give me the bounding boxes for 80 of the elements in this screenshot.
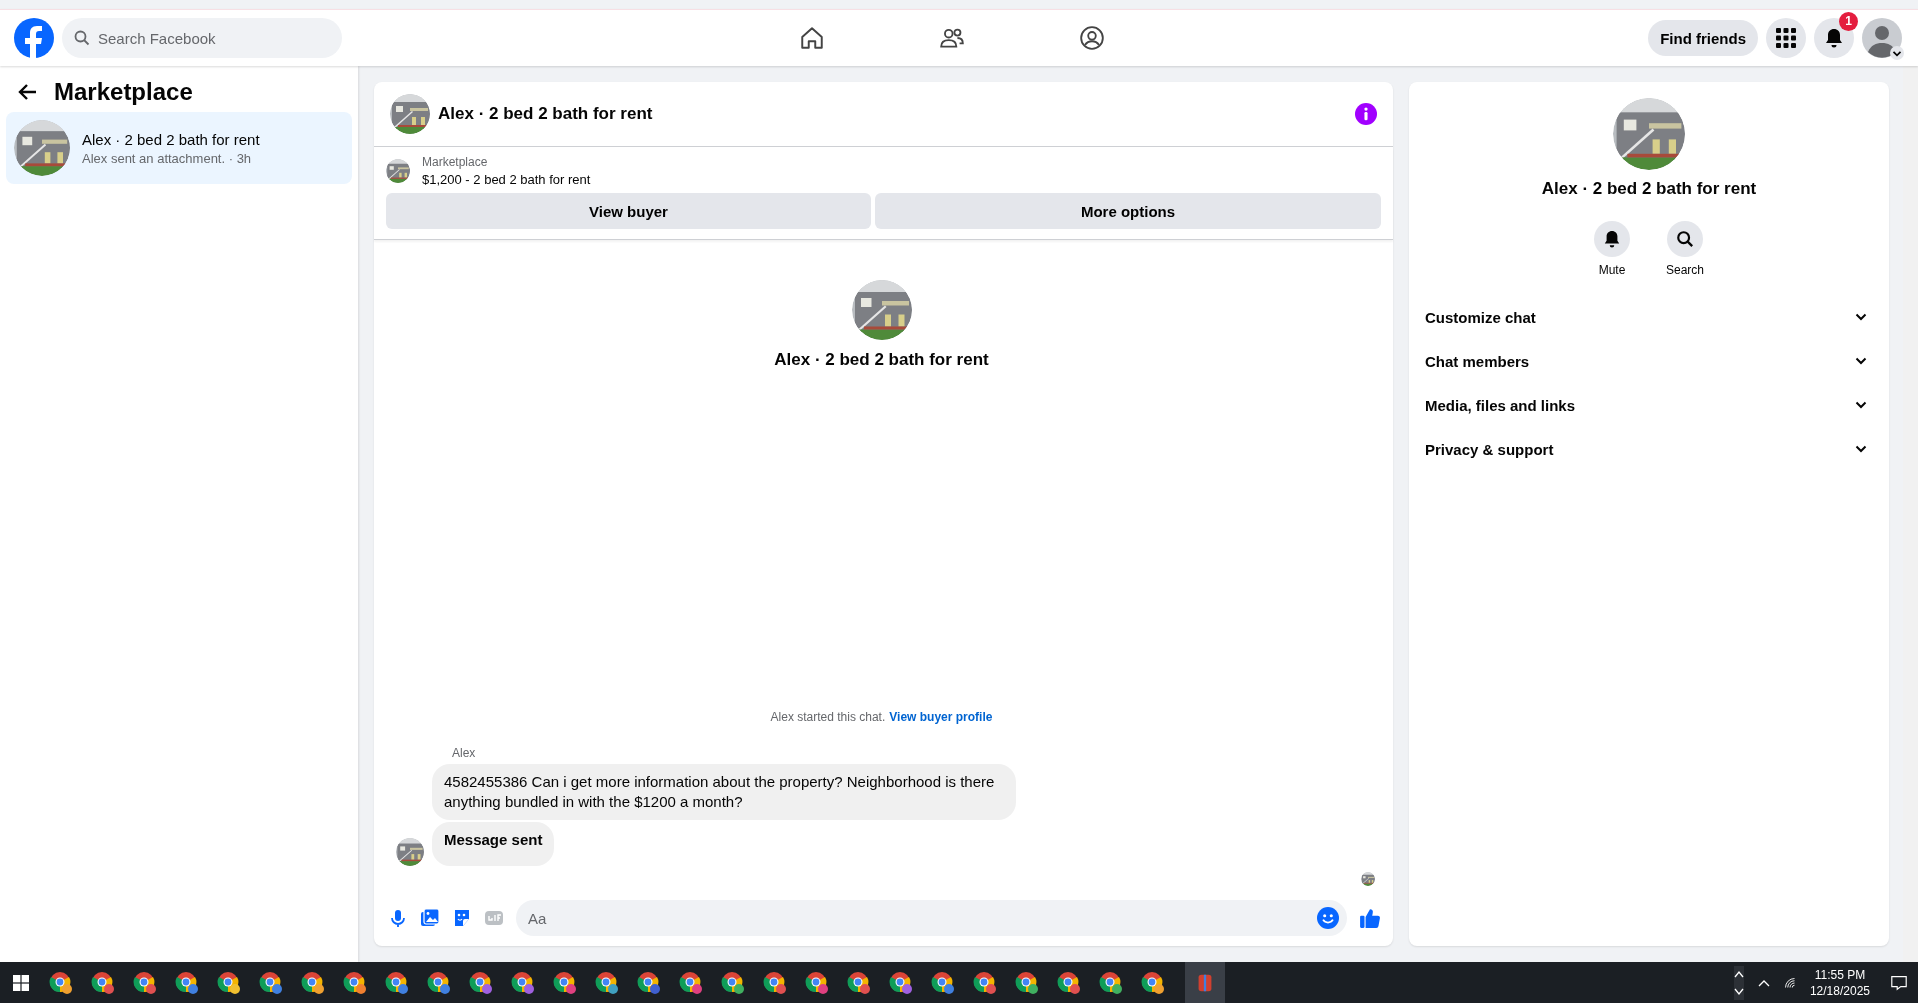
grid-icon bbox=[1776, 28, 1796, 48]
windows-start-icon[interactable] bbox=[13, 974, 29, 991]
listing-summary: $1,200 - 2 bed 2 bath for rent bbox=[422, 172, 591, 187]
browser-app-icon[interactable] bbox=[679, 970, 703, 995]
browser-app-icon[interactable] bbox=[553, 970, 577, 995]
sender-name: Alex bbox=[452, 746, 477, 760]
info-icon[interactable] bbox=[1355, 103, 1377, 125]
browser-app-icon[interactable] bbox=[1141, 970, 1165, 995]
browser-app-icon[interactable] bbox=[1015, 970, 1039, 995]
browser-app-icon[interactable] bbox=[1057, 970, 1081, 995]
browser-app-icon[interactable] bbox=[931, 970, 955, 995]
browser-app-icon[interactable] bbox=[511, 970, 535, 995]
photo-icon[interactable] bbox=[420, 908, 440, 928]
mute-button[interactable] bbox=[1594, 221, 1630, 257]
details-section[interactable]: Chat members bbox=[1417, 339, 1881, 383]
scroll-arrows-icon[interactable] bbox=[1733, 965, 1744, 1000]
browser-app-icon[interactable] bbox=[637, 970, 661, 995]
browser-app-icon[interactable] bbox=[301, 970, 325, 995]
browser-app-icon[interactable] bbox=[1099, 970, 1123, 995]
browser-app-icon[interactable] bbox=[763, 970, 787, 995]
scrollbar[interactable] bbox=[1903, 66, 1918, 962]
search-icon bbox=[1676, 230, 1694, 248]
browser-app-icon[interactable] bbox=[217, 970, 241, 995]
clock-date[interactable]: 12/18/2025 bbox=[1809, 982, 1870, 999]
chat-started-note: Alex started this chat. bbox=[770, 710, 886, 724]
find-friends-button[interactable]: Find friends bbox=[1648, 20, 1758, 56]
notifications-button[interactable] bbox=[1814, 18, 1854, 58]
microphone-icon[interactable] bbox=[388, 908, 408, 928]
browser-app-icon[interactable] bbox=[175, 970, 199, 995]
bell-icon bbox=[1824, 28, 1844, 48]
browser-app-icon[interactable] bbox=[847, 970, 871, 995]
chat-title: Alex · 2 bed 2 bath for rent bbox=[438, 104, 654, 124]
search-icon bbox=[74, 30, 90, 46]
home-icon[interactable] bbox=[799, 25, 825, 51]
browser-app-icon[interactable] bbox=[49, 970, 73, 995]
details-section[interactable]: Customize chat bbox=[1417, 295, 1881, 339]
browser-app-icon[interactable] bbox=[133, 970, 157, 995]
listing-action-button[interactable]: View buyer bbox=[386, 193, 871, 229]
account-button[interactable] bbox=[1862, 18, 1902, 58]
facebook-logo-icon[interactable] bbox=[14, 18, 54, 58]
details-name: Alex · 2 bed 2 bath for rent bbox=[1541, 179, 1757, 199]
message-bubble: Message sent bbox=[432, 822, 555, 866]
notification-count-badge: 1 bbox=[1839, 12, 1858, 31]
browser-app-icon[interactable] bbox=[427, 970, 451, 995]
wifi-icon[interactable] bbox=[1783, 976, 1796, 989]
avatar-icon bbox=[1862, 18, 1902, 58]
caret-icon bbox=[1890, 46, 1904, 60]
clock-time[interactable]: 11:55 PM bbox=[1814, 966, 1866, 983]
details-section[interactable]: Privacy & support bbox=[1417, 427, 1881, 471]
sticker-icon[interactable] bbox=[452, 908, 472, 928]
action-label: Mute bbox=[1598, 263, 1626, 277]
message-field[interactable]: Aa bbox=[516, 900, 1347, 936]
browser-app-icon[interactable] bbox=[385, 970, 409, 995]
browser-app-icon[interactable] bbox=[805, 970, 829, 995]
menu-button[interactable] bbox=[1766, 18, 1806, 58]
view-buyer-profile-link[interactable]: View buyer profile bbox=[889, 710, 993, 724]
profile-icon[interactable] bbox=[1079, 25, 1105, 51]
back-arrow-icon[interactable] bbox=[18, 82, 38, 102]
thumbs-up-icon[interactable] bbox=[1359, 907, 1381, 929]
browser-app-icon[interactable] bbox=[889, 970, 913, 995]
search-field[interactable]: Search Facebook bbox=[62, 18, 342, 58]
conversation-item[interactable]: Alex · 2 bed 2 bath for rent Alex sent an attachment. · 3h bbox=[6, 112, 352, 184]
message-bubble: 4582455386 Can i get more information about the property? Neighborhood is there anything bundled in with the $1200 a month? bbox=[432, 764, 1016, 820]
browser-app-icon[interactable] bbox=[973, 970, 997, 995]
notification-center-icon[interactable] bbox=[1890, 973, 1908, 992]
sidebar-title: Marketplace bbox=[54, 78, 193, 106]
listing-source: Marketplace bbox=[422, 155, 489, 169]
details-section[interactable]: Media, files and links bbox=[1417, 383, 1881, 427]
action-label: Search bbox=[1666, 263, 1704, 277]
browser-app-icon[interactable] bbox=[91, 970, 115, 995]
search-button[interactable] bbox=[1667, 221, 1703, 257]
browser-app-icon[interactable] bbox=[721, 970, 745, 995]
browser-app-icon[interactable] bbox=[343, 970, 367, 995]
listing-action-button[interactable]: More options bbox=[875, 193, 1381, 229]
browser-app-icon[interactable] bbox=[595, 970, 619, 995]
browser-app-icon[interactable] bbox=[469, 970, 493, 995]
emoji-icon[interactable] bbox=[1317, 907, 1339, 929]
intro-name: Alex · 2 bed 2 bath for rent bbox=[774, 350, 989, 370]
bell-icon bbox=[1603, 230, 1621, 248]
browser-app-icon[interactable] bbox=[259, 970, 283, 995]
